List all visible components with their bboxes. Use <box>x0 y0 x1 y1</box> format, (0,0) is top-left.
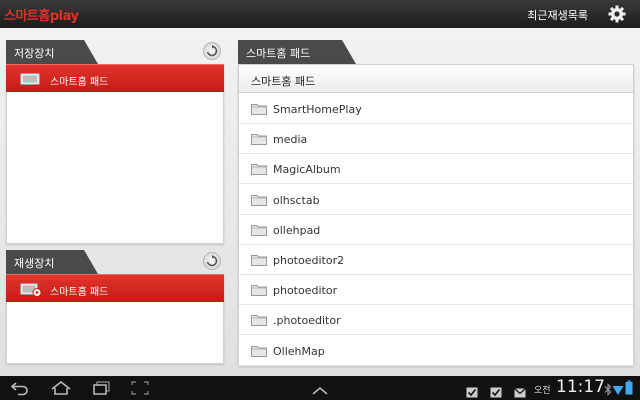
app-title: 스마트홈play <box>4 9 79 24</box>
tablet-play-icon <box>20 283 42 300</box>
screenshot-icon[interactable] <box>130 380 150 400</box>
recent-playlist-button[interactable]: 최근재생목록 <box>527 7 588 23</box>
task-check-icon-2 <box>490 383 502 400</box>
folder-name: SmartHomePlay <box>273 103 362 116</box>
folder-icon <box>251 133 267 148</box>
battery-icon <box>625 380 633 399</box>
clock-time: 11:17 <box>556 377 605 397</box>
storage-tab-label: 저장장치 <box>14 47 55 60</box>
system-bar: 오전 11:17 <box>0 376 640 400</box>
breadcrumb-label: 스마트홈 패드 <box>251 75 316 88</box>
folder-icon <box>251 345 267 360</box>
folder-row[interactable]: SmartHomePlay <box>239 94 633 124</box>
folder-icon <box>251 284 267 299</box>
folder-row[interactable]: .photoeditor <box>239 305 633 336</box>
folder-name: OllehMap <box>273 344 325 358</box>
folder-icon <box>251 163 267 178</box>
playback-device-row[interactable]: 스마트홈 패드 <box>6 274 224 302</box>
playback-tab: 재생장치 <box>6 250 98 274</box>
storage-device-label: 스마트홈 패드 <box>50 77 109 88</box>
breadcrumb: 스마트홈 패드 <box>239 65 633 93</box>
browser-tab-label: 스마트홈 패드 <box>246 47 311 60</box>
folder-name: photoeditor2 <box>273 254 345 267</box>
folder-row[interactable]: photoeditor <box>239 275 633 306</box>
storage-tab: 저장장치 <box>6 40 98 64</box>
home-icon[interactable] <box>50 380 72 400</box>
folder-name: media <box>273 133 308 147</box>
folder-name: .photoeditor <box>273 314 341 328</box>
folder-row[interactable]: photoeditor2 <box>239 245 633 275</box>
storage-device-row[interactable]: 스마트홈 패드 <box>6 64 224 92</box>
folder-name: photoeditor <box>273 284 338 298</box>
clock-ampm: 오전 <box>534 386 551 396</box>
folder-row[interactable]: media <box>239 124 633 155</box>
mail-icon <box>514 383 526 400</box>
bluetooth-icon <box>604 381 612 400</box>
playback-panel: 스마트홈 패드 <box>6 274 224 364</box>
storage-panel: 스마트홈 패드 <box>6 64 224 244</box>
folder-row[interactable]: OllehMap <box>239 336 633 366</box>
action-bar: 스마트홈play 최근재생목록 <box>0 0 640 28</box>
browser-tab: 스마트홈 패드 <box>238 40 356 64</box>
tablet-icon <box>20 73 40 88</box>
gear-icon[interactable] <box>608 5 626 23</box>
recent-apps-icon[interactable] <box>92 380 112 400</box>
chevron-up-icon[interactable] <box>311 382 329 400</box>
folder-icon <box>251 254 267 269</box>
file-browser-panel: 스마트홈 패드 SmartHomePlay media MagicAlbum olhs… <box>238 64 634 366</box>
folder-icon <box>251 103 267 118</box>
folder-row[interactable]: MagicAlbum <box>239 154 633 185</box>
folder-row[interactable]: ollehpad <box>239 215 633 245</box>
folder-name: olhsctab <box>273 193 320 207</box>
playback-refresh-icon[interactable] <box>203 252 221 270</box>
wifi-icon <box>612 381 624 400</box>
folder-name: MagicAlbum <box>273 163 341 177</box>
folder-icon <box>251 314 267 329</box>
task-check-icon <box>466 383 478 400</box>
playback-tab-label: 재생장치 <box>14 257 55 270</box>
folder-row[interactable]: olhsctab <box>239 185 633 215</box>
back-icon[interactable] <box>10 380 30 400</box>
playback-device-label: 스마트홈 패드 <box>50 287 109 298</box>
folder-name: ollehpad <box>273 223 321 237</box>
folder-icon <box>251 224 267 239</box>
folder-icon <box>251 194 267 209</box>
storage-refresh-icon[interactable] <box>203 42 221 60</box>
